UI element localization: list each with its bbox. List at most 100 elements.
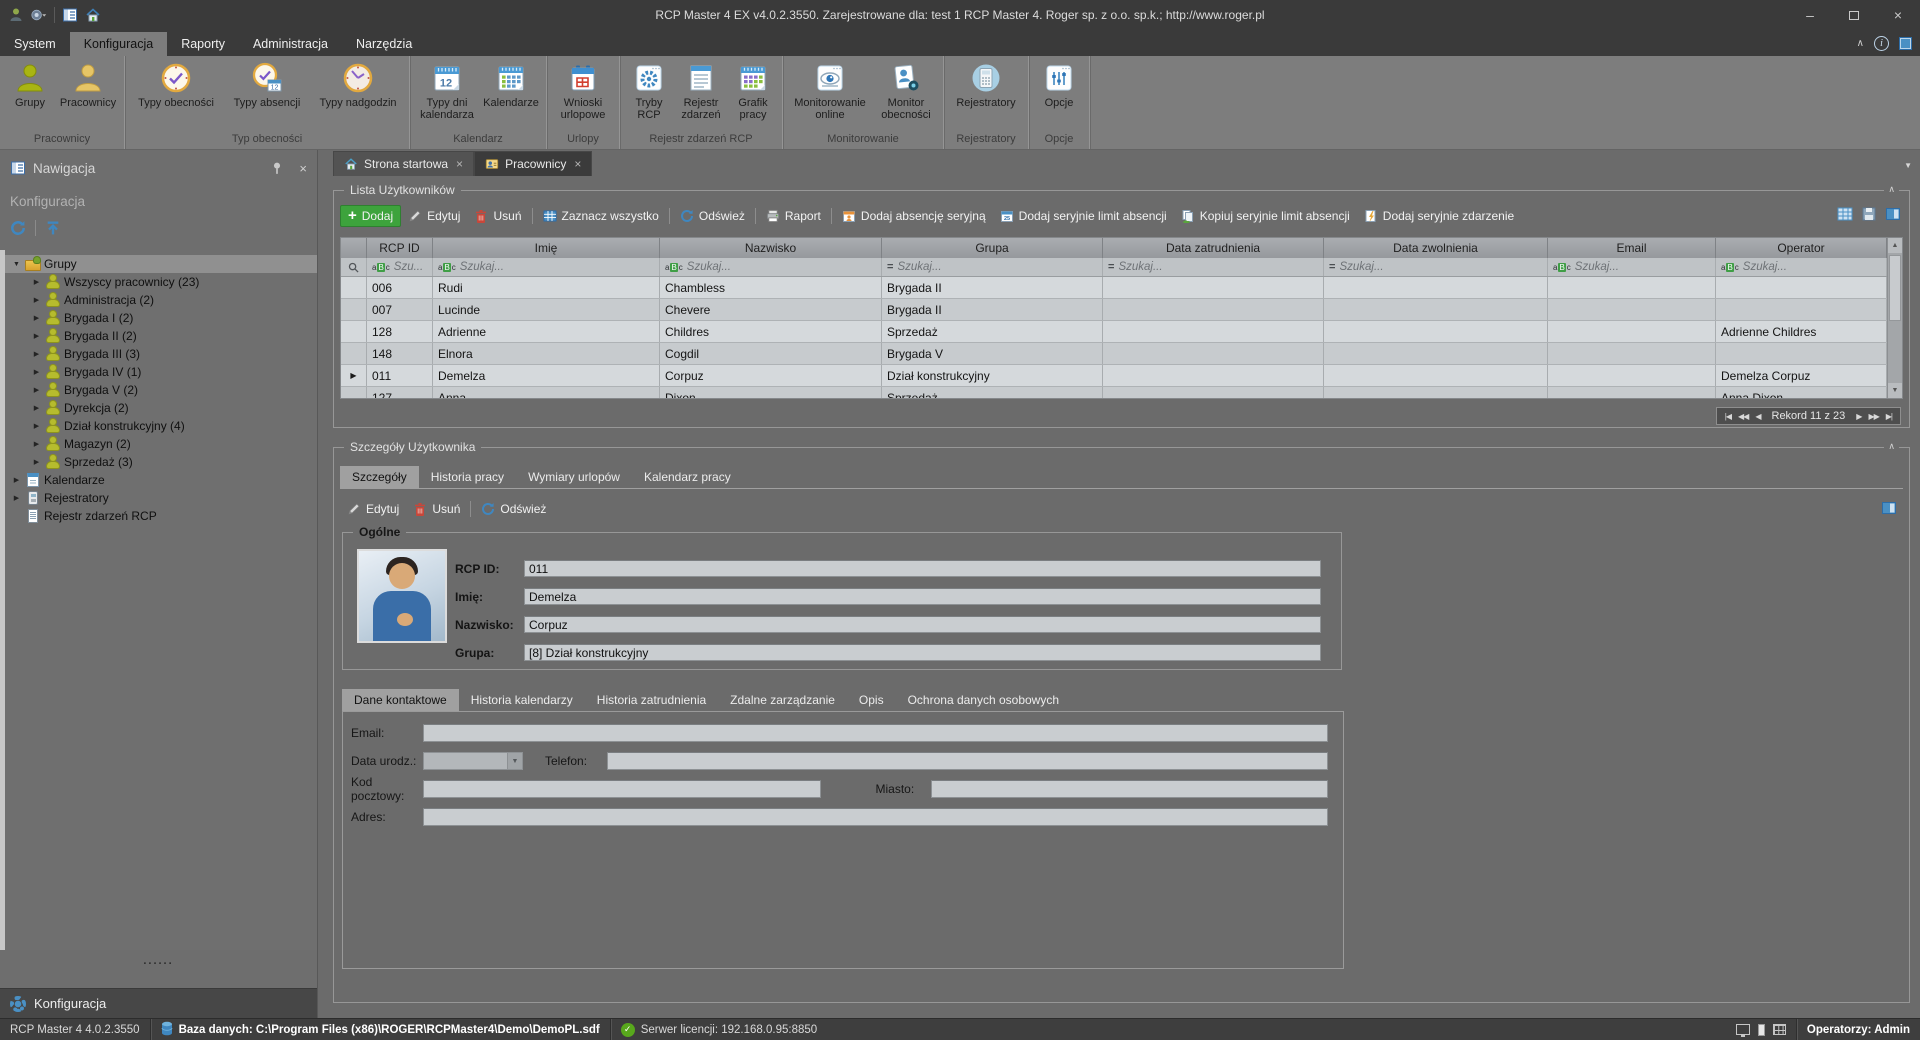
ribbon-button-rejestr-zdarzen[interactable]: Rejestr zdarzeń xyxy=(674,59,728,121)
table-row[interactable]: 148 Elnora Cogdil Brygada V xyxy=(341,343,1887,365)
first-record-button[interactable]: |◀ xyxy=(1725,412,1731,421)
ribbon-button-kalendarze[interactable]: Kalendarze xyxy=(480,59,542,110)
zip-field[interactable] xyxy=(423,780,821,798)
field-input[interactable] xyxy=(524,616,1321,633)
expand-icon[interactable] xyxy=(11,494,22,502)
ribbon-button-rejestratory[interactable]: Rejestratory xyxy=(948,59,1024,110)
city-field[interactable] xyxy=(931,780,1329,798)
tab-historia-kalendarzy[interactable]: Historia kalendarzy xyxy=(459,689,585,712)
close-button[interactable]: × xyxy=(1876,0,1920,30)
table-row[interactable]: 006 Rudi Chambless Brygada II xyxy=(341,277,1887,299)
panel-toggle-icon[interactable] xyxy=(1885,206,1901,222)
tab-zdalne-zarzadzanie[interactable]: Zdalne zarządzanie xyxy=(718,689,847,712)
expand-icon[interactable] xyxy=(31,296,42,304)
navigation-panel-icon[interactable] xyxy=(62,7,78,23)
chevron-down-icon[interactable]: ▼ xyxy=(507,753,522,769)
column-header-email[interactable]: Email xyxy=(1548,238,1716,258)
tab-opis[interactable]: Opis xyxy=(847,689,896,712)
prev-record-button[interactable]: ◀ xyxy=(1755,412,1760,421)
field-input[interactable] xyxy=(524,588,1321,605)
vertical-scrollbar[interactable]: ▲ ▼ xyxy=(1887,238,1902,398)
expand-icon[interactable] xyxy=(11,476,22,484)
refresh-button[interactable]: Odśwież xyxy=(673,205,752,227)
operators-status[interactable]: Operatorzy: Admin xyxy=(1797,1019,1920,1040)
tree-item[interactable]: Brygada II (2) xyxy=(5,327,317,345)
tree-item[interactable]: Dział konstrukcyjny (4) xyxy=(5,417,317,435)
scrollbar-thumb[interactable] xyxy=(1889,255,1901,321)
expand-icon[interactable] xyxy=(31,368,42,376)
menu-tab-system[interactable]: System xyxy=(0,32,70,56)
field-input[interactable] xyxy=(524,644,1321,661)
delete-button[interactable]: Usuń xyxy=(467,205,528,227)
filter-nazwisko[interactable]: aBcSzukaj... xyxy=(660,258,882,276)
filter-data-zwolnienia[interactable]: =Szukaj... xyxy=(1324,258,1548,276)
expand-icon[interactable] xyxy=(31,332,42,340)
copy-serial-absence-limit-button[interactable]: Kopiuj seryjnie limit absencji xyxy=(1174,205,1357,227)
tree-item[interactable]: Brygada IV (1) xyxy=(5,363,317,381)
tab-szczegoly[interactable]: Szczegóły xyxy=(340,466,419,489)
ribbon-button-monitorowanie-online[interactable]: Monitorowanie online xyxy=(787,59,873,121)
ribbon-button-typy-absencji[interactable]: 12 Typy absencji xyxy=(223,59,311,110)
ribbon-button-typy-nadgodzin[interactable]: Typy nadgodzin xyxy=(311,59,405,110)
tree-item[interactable]: Rejestratory xyxy=(5,489,317,507)
monitor-icon[interactable] xyxy=(1736,1024,1750,1035)
collapse-all-icon[interactable] xyxy=(45,220,61,236)
next-page-button[interactable]: ▶▶ xyxy=(1868,412,1878,421)
minimize-button[interactable]: – xyxy=(1788,0,1832,30)
pin-icon[interactable] xyxy=(270,161,284,175)
close-tab-icon[interactable]: × xyxy=(456,157,463,171)
panel-splitter[interactable]: ...... xyxy=(0,956,317,966)
ribbon-button-tryby-rcp[interactable]: Tryby RCP xyxy=(624,59,674,121)
select-all-button[interactable]: Zaznacz wszystko xyxy=(536,205,666,227)
filter-operator[interactable]: aBcSzukaj... xyxy=(1716,258,1887,276)
refresh-icon[interactable] xyxy=(10,220,26,236)
menu-tab-raporty[interactable]: Raporty xyxy=(167,32,239,56)
menu-tab-narzedzia[interactable]: Narzędzia xyxy=(342,32,426,56)
expand-icon[interactable] xyxy=(31,278,42,286)
birthdate-combobox[interactable]: ▼ xyxy=(423,752,523,770)
filter-imie[interactable]: aBcSzukaj... xyxy=(433,258,660,276)
add-serial-absence-limit-button[interactable]: 25Dodaj seryjnie limit absencji xyxy=(993,205,1174,227)
ribbon-button-grafik-pracy[interactable]: Grafik pracy xyxy=(728,59,778,121)
tree-item[interactable]: Brygada I (2) xyxy=(5,309,317,327)
delete-button[interactable]: Usuń xyxy=(406,498,467,520)
tree-item[interactable]: Administracja (2) xyxy=(5,291,317,309)
phone-field[interactable] xyxy=(607,752,1328,770)
column-header-operator[interactable]: Operator xyxy=(1716,238,1887,258)
tree-item[interactable]: Wszyscy pracownicy (23) xyxy=(5,273,317,291)
tab-historia-pracy[interactable]: Historia pracy xyxy=(419,466,516,489)
expand-icon[interactable] xyxy=(31,440,42,448)
layout-icon[interactable] xyxy=(1899,37,1912,50)
tab-kalendarz-pracy[interactable]: Kalendarz pracy xyxy=(632,466,743,489)
close-tab-icon[interactable]: × xyxy=(574,157,581,171)
tree-item[interactable]: Brygada V (2) xyxy=(5,381,317,399)
menu-tab-administracja[interactable]: Administracja xyxy=(239,32,342,56)
tab-historia-zatrudnienia[interactable]: Historia zatrudnienia xyxy=(585,689,718,712)
tree-item[interactable]: Magazyn (2) xyxy=(5,435,317,453)
expand-icon[interactable] xyxy=(31,458,42,466)
close-panel-icon[interactable]: × xyxy=(299,161,307,176)
ribbon-button-typy-dni-kalendarza[interactable]: 12 Typy dni kalendarza xyxy=(414,59,480,121)
edit-button[interactable]: Edytuj xyxy=(340,498,406,520)
filter-grupa[interactable]: =Szukaj... xyxy=(882,258,1103,276)
field-input[interactable] xyxy=(524,560,1321,577)
ribbon-button-opcje[interactable]: Opcje xyxy=(1033,59,1085,110)
sidebar-item-konfiguracja[interactable]: Konfiguracja xyxy=(0,988,317,1018)
tab-wymiary-urlopow[interactable]: Wymiary urlopów xyxy=(516,466,632,489)
column-header-rcp-id[interactable]: RCP ID xyxy=(367,238,433,258)
filter-email[interactable]: aBcSzukaj... xyxy=(1548,258,1716,276)
refresh-button[interactable]: Odśwież xyxy=(474,498,553,520)
collapse-ribbon-icon[interactable]: ∧ xyxy=(1857,38,1864,49)
column-header-nazwisko[interactable]: Nazwisko xyxy=(660,238,882,258)
scroll-up-icon[interactable]: ▲ xyxy=(1888,238,1902,253)
tree-item[interactable]: Grupy xyxy=(5,255,317,273)
tab-strona-startowa[interactable]: Strona startowa × xyxy=(333,151,474,176)
expand-icon[interactable] xyxy=(31,350,42,358)
table-row[interactable]: 127 Anna Dixon Sprzedaż Anna Dixon xyxy=(341,387,1887,398)
table-row[interactable]: 128 Adrienne Childres Sprzedaż Adrienne … xyxy=(341,321,1887,343)
panel-icon[interactable] xyxy=(1758,1024,1765,1036)
filter-rcp-id[interactable]: aBcSzu... xyxy=(367,258,433,276)
account-menu-icon[interactable] xyxy=(31,7,47,23)
info-icon[interactable]: i xyxy=(1874,36,1889,51)
tree-item[interactable]: Kalendarze xyxy=(5,471,317,489)
